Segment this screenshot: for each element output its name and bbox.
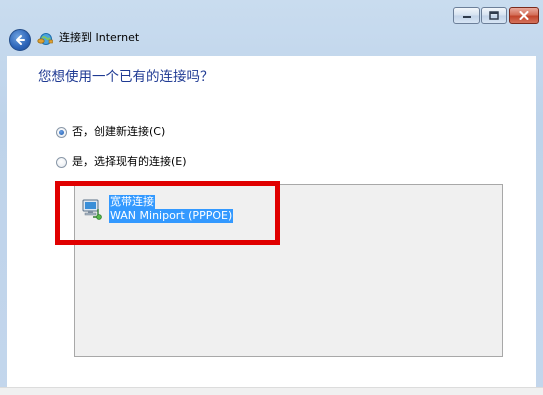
network-globe-icon [37,33,53,45]
wizard-window: 连接到 Internet 您想使用一个已有的连接吗？ 否，创建新连接(C) 是，… [0,0,543,395]
radio-button-unchecked[interactable] [56,156,67,168]
minimize-button[interactable] [453,7,480,24]
minimize-icon [462,15,471,18]
window-title: 连接到 Internet [59,31,140,44]
radio-button-checked[interactable] [56,126,67,138]
close-button[interactable] [509,7,539,24]
bottom-button-area [0,387,543,395]
radio-label-use-existing: 是，选择现有的连接(E) [72,155,187,168]
radio-use-existing-connection[interactable]: 是，选择现有的连接(E) [56,155,187,169]
page-question: 您想使用一个已有的连接吗？ [38,69,214,85]
annotation-highlight-box [55,181,280,245]
back-button[interactable] [9,29,31,51]
content-area: 您想使用一个已有的连接吗？ 否，创建新连接(C) 是，选择现有的连接(E) 宽带… [7,56,536,395]
radio-create-new-connection[interactable]: 否，创建新连接(C) [56,125,165,139]
radio-label-create-new: 否，创建新连接(C) [72,125,166,138]
maximize-icon [489,11,499,20]
maximize-button[interactable] [481,7,507,24]
close-icon [519,11,529,20]
back-arrow-icon [16,35,25,45]
